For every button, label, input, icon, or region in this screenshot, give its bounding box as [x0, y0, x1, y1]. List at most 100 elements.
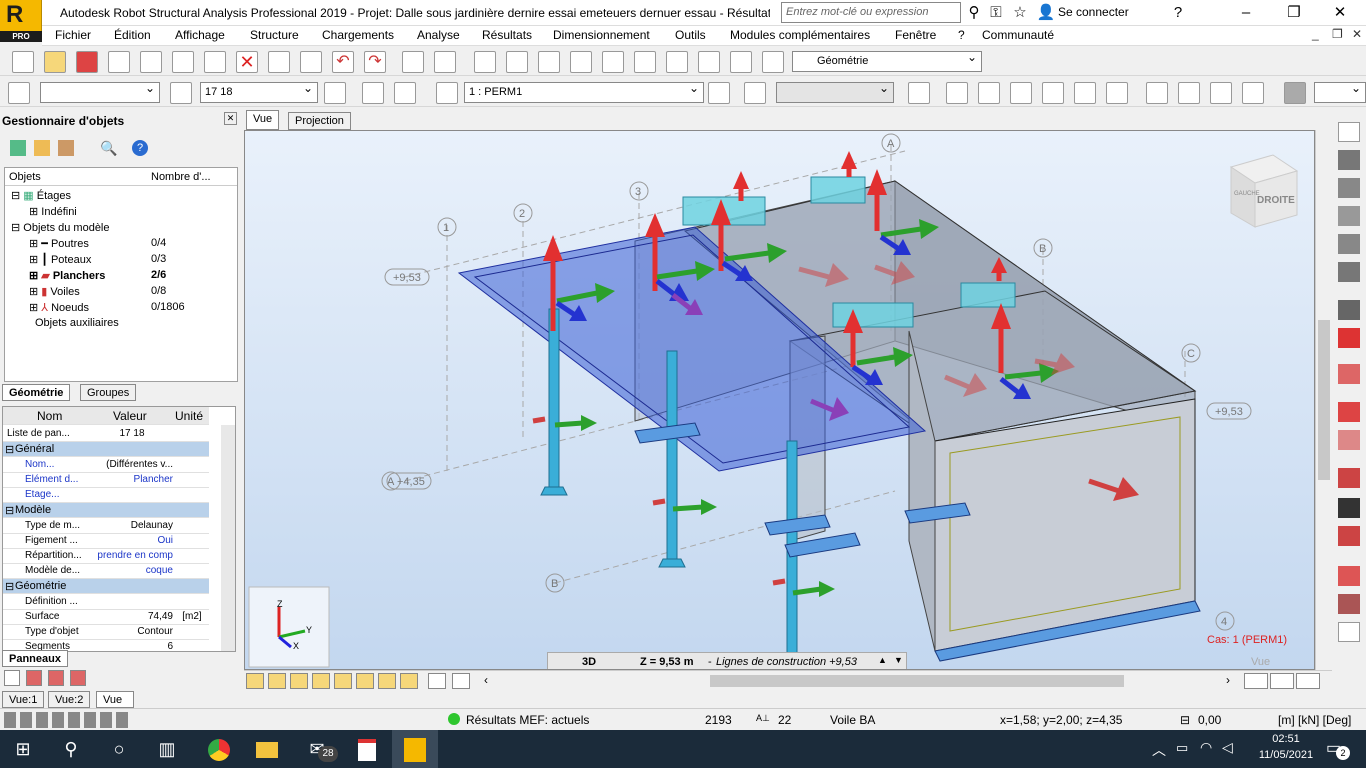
props-value[interactable]: 17 18 — [91, 428, 173, 439]
open-icon[interactable] — [44, 51, 66, 73]
column-tool-icon[interactable] — [1338, 178, 1360, 198]
section-toggle-icon[interactable]: ⊟ — [5, 443, 14, 456]
tab-vue1[interactable]: Vue:1 — [2, 691, 45, 708]
tab-groupes[interactable]: Groupes — [80, 384, 137, 401]
load-tool-icon[interactable] — [1338, 468, 1360, 488]
offset-icon[interactable] — [1338, 402, 1360, 422]
panel-select-icon[interactable] — [170, 82, 192, 104]
menu-fenetre[interactable]: Fenêtre — [895, 28, 936, 42]
measure-icon[interactable] — [634, 51, 656, 73]
view-cube[interactable]: DROITE GAUCHE — [1229, 154, 1299, 228]
minimize-icon[interactable]: – — [1236, 3, 1256, 23]
display-tool3-icon[interactable] — [290, 673, 308, 689]
star-icon[interactable]: ☆ — [1010, 3, 1030, 23]
copy-icon[interactable] — [268, 51, 290, 73]
section-toggle-icon[interactable]: ⊟ — [5, 504, 14, 517]
props-section[interactable]: ⊟ Géométrie — [3, 579, 209, 594]
search-icon[interactable]: 🔍 — [100, 140, 117, 156]
zoom-all-icon[interactable] — [538, 51, 560, 73]
props-tool1-icon[interactable] — [4, 670, 20, 686]
tree-item[interactable]: ⊞ ┃ Poteaux — [29, 253, 91, 266]
tree-item[interactable]: ⊟ Objets du modèle — [11, 221, 110, 234]
tree-item[interactable]: ⊟ ▦ Étages — [11, 189, 71, 202]
display-tool9-icon[interactable] — [428, 673, 446, 689]
props-value[interactable]: 74,49 — [91, 611, 173, 622]
vscroll-thumb[interactable] — [1318, 320, 1330, 480]
menu-communaute[interactable]: Communauté — [982, 28, 1054, 42]
menu-dimensionnement[interactable]: Dimensionnement — [553, 28, 650, 42]
props-tool4-icon[interactable] — [70, 670, 86, 686]
view-tool2-icon[interactable] — [1270, 673, 1294, 689]
props-row[interactable]: Répartition... prendre en comp — [3, 549, 209, 564]
props-section[interactable]: ⊟ Modèle — [3, 503, 209, 518]
grid-icon[interactable] — [946, 82, 968, 104]
props-value[interactable]: Delaunay — [91, 520, 173, 531]
props-value[interactable]: Oui — [91, 535, 173, 546]
menu-chargements[interactable]: Chargements — [322, 28, 394, 42]
walls2-icon[interactable] — [1042, 82, 1064, 104]
help-circle-icon[interactable]: ? — [132, 140, 148, 156]
menu-help[interactable]: ? — [958, 28, 965, 42]
tab-panneaux[interactable]: Panneaux — [2, 650, 68, 667]
props-value[interactable]: Contour — [91, 626, 173, 637]
walls3-icon[interactable] — [1074, 82, 1096, 104]
home-icon[interactable] — [362, 82, 384, 104]
wifi-icon[interactable]: ◠ — [1200, 739, 1212, 756]
props-row[interactable]: Etage... — [3, 488, 209, 503]
display-icon[interactable] — [666, 51, 688, 73]
case-combo[interactable]: 1 : PERM1 — [464, 82, 704, 103]
props-value[interactable]: (Différentes v... — [91, 459, 173, 470]
display-tool1-icon[interactable] — [246, 673, 264, 689]
chrome-icon[interactable] — [196, 730, 242, 768]
target-icon[interactable] — [1146, 82, 1168, 104]
frames-icon[interactable] — [1178, 82, 1200, 104]
panel-close-icon[interactable]: ✕ — [224, 112, 237, 125]
properties-icon[interactable] — [1338, 122, 1360, 142]
mesh-icon[interactable] — [1338, 498, 1360, 518]
pan-icon[interactable] — [570, 51, 592, 73]
display-tool7-icon[interactable] — [378, 673, 396, 689]
battery-icon[interactable]: ▭ — [1176, 740, 1188, 756]
search-input[interactable]: Entrez mot-clé ou expression — [781, 2, 961, 23]
paste-icon[interactable] — [300, 51, 322, 73]
props-row[interactable]: Nom... (Différentes v... — [3, 458, 209, 473]
taskbar-search-icon[interactable]: ⚲ — [48, 730, 94, 768]
new-icon[interactable] — [12, 51, 34, 73]
props-section[interactable]: ⊟ Général — [3, 442, 209, 457]
calculator-icon[interactable] — [402, 51, 424, 73]
print-icon[interactable] — [108, 51, 130, 73]
grid2-icon[interactable] — [978, 82, 1000, 104]
case-icon[interactable] — [436, 82, 458, 104]
props-row[interactable]: Modèle de... coque — [3, 564, 209, 579]
scroll-right-icon[interactable]: › — [1226, 673, 1230, 687]
display-tool2-icon[interactable] — [268, 673, 286, 689]
load-icon[interactable] — [708, 82, 730, 104]
model-viewport[interactable]: 1 2 3 A B C +9,53 +9,53 A +4,35 B 4 DROI… — [244, 130, 1315, 670]
walls4-icon[interactable] — [1106, 82, 1128, 104]
props-row[interactable]: Définition ... — [3, 595, 209, 610]
tree-item[interactable]: ⊞ ━ Poutres — [29, 237, 89, 250]
props-row[interactable]: Surface 74,49 [m2] — [3, 610, 209, 625]
level-down-icon[interactable]: ▼ — [894, 655, 903, 665]
tree-item[interactable]: Objets auxiliaires — [35, 317, 119, 329]
props-row[interactable]: Type de m... Delaunay — [3, 519, 209, 534]
props-value[interactable]: Plancher — [91, 474, 173, 485]
volume-icon[interactable]: ◁ — [1222, 739, 1233, 756]
menu-affichage[interactable]: Affichage — [175, 28, 225, 42]
viewport-vscroll[interactable] — [1315, 130, 1332, 670]
display-tool10-icon[interactable] — [452, 673, 470, 689]
view-tool3-icon[interactable] — [1296, 673, 1320, 689]
hourglass-icon[interactable] — [58, 140, 74, 156]
pdf-icon[interactable] — [344, 730, 390, 768]
clock-date[interactable]: 11/05/2021 — [1246, 749, 1326, 761]
view-tool1-icon[interactable] — [1244, 673, 1268, 689]
menu-fichier[interactable]: Fichier — [55, 28, 91, 42]
zoom-icon[interactable] — [506, 51, 528, 73]
book-icon[interactable] — [140, 51, 162, 73]
units[interactable]: [m] [kN] [Deg] — [1278, 713, 1351, 727]
undo-icon[interactable]: ↶ — [332, 51, 354, 73]
release-icon[interactable] — [1338, 364, 1360, 384]
cortana-icon[interactable]: ○ — [96, 730, 142, 768]
menu-analyse[interactable]: Analyse — [417, 28, 460, 42]
selection-combo[interactable]: 17 18 — [200, 82, 318, 103]
